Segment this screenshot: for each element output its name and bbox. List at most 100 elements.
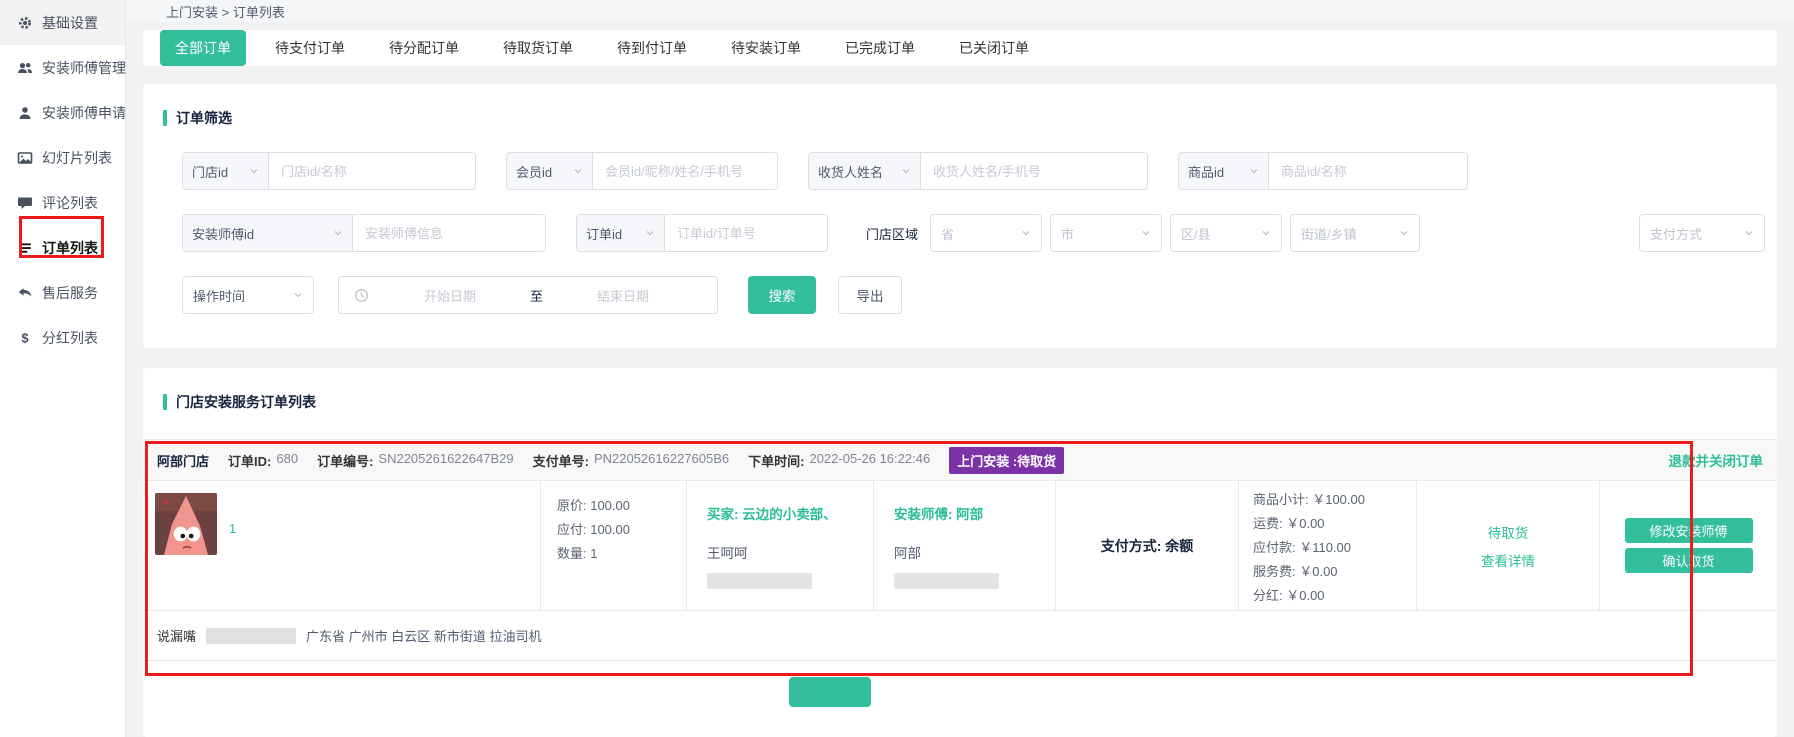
refund-close-order-link[interactable]: 退款并关闭订单 [1669, 450, 1764, 470]
receiver-input[interactable] [921, 153, 1147, 189]
list-icon [16, 239, 33, 256]
order-time-pair: 下单时间: 2022-05-26 16:22:46 [748, 451, 930, 470]
sidebar-item-basic-settings[interactable]: 基础设置 [0, 0, 125, 45]
sidebar-item-label: 售后服务 [42, 283, 98, 303]
image-icon [16, 149, 33, 166]
sidebar-item-label: 评论列表 [42, 193, 98, 213]
end-date-placeholder[interactable]: 结束日期 [543, 286, 703, 305]
payment-number-pair: 支付单号: PN22052616227605B6 [533, 451, 730, 470]
chevron-down-icon [573, 166, 583, 176]
buyer-title: 买家: 云边的小卖部、 [707, 503, 873, 523]
order-row: 1 原价: 100.00 应付: 100.00 数量: 1 买家: 云边的小卖部… [143, 481, 1777, 611]
order-list-section-title: 门店安装服务订单列表 [143, 368, 1777, 412]
date-separator: 至 [530, 286, 543, 305]
tab-completed[interactable]: 已完成订单 [830, 30, 930, 66]
member-filter: 会员id [506, 152, 778, 190]
dividend: 分红: ￥0.00 [1253, 584, 1416, 608]
product-input[interactable] [1269, 153, 1467, 189]
order-number-pair: 订单编号: SN2205261622647B29 [317, 451, 514, 470]
amount-payable: 应付款: ￥110.00 [1253, 536, 1416, 560]
breadcrumb: 上门安装 > 订单列表 [126, 0, 1794, 22]
partial-bottom-button[interactable] [789, 677, 871, 707]
sidebar-item-label: 安装师傅管理 [42, 58, 126, 78]
payment-method-select[interactable]: 支付方式 [1639, 214, 1765, 252]
store-id-select[interactable]: 门店id [183, 153, 269, 189]
view-details-link[interactable]: 查看详情 [1481, 550, 1535, 570]
address-phone-redacted [206, 628, 296, 644]
change-installer-button[interactable]: 修改安装师傅 [1625, 518, 1753, 543]
sidebar-item-slideshow-list[interactable]: 幻灯片列表 [0, 135, 125, 180]
order-id-pair: 订单ID: 680 [228, 451, 298, 470]
product-cell: 1 [143, 481, 540, 610]
gear-icon [16, 14, 33, 31]
buyer-name: 王呵呵 [707, 542, 873, 562]
tab-pending-payment[interactable]: 待支付订单 [260, 30, 360, 66]
product-quantity-badge: 1 [229, 521, 236, 536]
order-address-row: 说漏嘴 广东省 广州市 白云区 新市街道 拉油司机 [143, 611, 1777, 661]
product-image[interactable] [155, 493, 217, 555]
member-input[interactable] [593, 153, 777, 189]
operation-time-select[interactable]: 操作时间 [182, 276, 314, 314]
chevron-down-icon [1399, 228, 1409, 238]
tab-pending-installation[interactable]: 待安装订单 [716, 30, 816, 66]
status-badge: 上门安装 :待取货 [949, 447, 1064, 474]
store-region-label: 门店区域 [866, 224, 918, 243]
tab-closed[interactable]: 已关闭订单 [944, 30, 1044, 66]
sidebar-item-label: 安装师傅申请 [42, 103, 126, 123]
users-icon [16, 59, 33, 76]
sidebar-item-order-list[interactable]: 订单列表 [0, 225, 125, 270]
payment-method-cell: 支付方式: 余额 [1055, 481, 1238, 610]
buyer-cell: 买家: 云边的小卖部、 王呵呵 [686, 481, 873, 610]
receiver-filter: 收货人姓名 [808, 152, 1148, 190]
installer-id-select[interactable]: 安装师傅id [183, 215, 353, 251]
original-price: 原价: 100.00 [557, 494, 686, 518]
sidebar-item-dividend-list[interactable]: $ 分红列表 [0, 315, 125, 360]
installer-filter: 安装师傅id [182, 214, 546, 252]
installer-input[interactable] [353, 215, 545, 251]
sidebar-item-installer-management[interactable]: 安装师傅管理 [0, 45, 125, 90]
sidebar-item-after-sales[interactable]: 售后服务 [0, 270, 125, 315]
tab-all-orders[interactable]: 全部订单 [160, 30, 246, 66]
installer-cell: 安装师傅: 阿部 阿部 [873, 481, 1055, 610]
tab-pending-cod[interactable]: 待到付订单 [602, 30, 702, 66]
store-input[interactable] [269, 153, 475, 189]
tab-pending-assignment[interactable]: 待分配订单 [374, 30, 474, 66]
address-contact-name: 说漏嘴 [157, 626, 196, 645]
sidebar-item-label: 基础设置 [42, 13, 98, 33]
sidebar-item-comment-list[interactable]: 评论列表 [0, 180, 125, 225]
filter-row-2: 安装师傅id 订单id 门店区域 省 [182, 214, 1777, 252]
member-id-select[interactable]: 会员id [507, 153, 593, 189]
store-filter: 门店id [182, 152, 476, 190]
city-select[interactable]: 市 [1050, 214, 1162, 252]
dollar-icon: $ [16, 329, 33, 346]
payable-price: 应付: 100.00 [557, 518, 686, 542]
date-range-picker[interactable]: 开始日期 至 结束日期 [338, 276, 718, 314]
product-id-select[interactable]: 商品id [1179, 153, 1269, 189]
district-select[interactable]: 区/县 [1170, 214, 1282, 252]
order-id-input[interactable] [665, 215, 827, 251]
actions-cell: 修改安装师傅 确认取货 [1599, 481, 1777, 610]
quantity: 数量: 1 [557, 542, 686, 566]
sidebar-item-label: 订单列表 [42, 238, 98, 258]
street-select[interactable]: 街道/乡镇 [1290, 214, 1420, 252]
chevron-down-icon [901, 166, 911, 176]
chevron-down-icon [1141, 228, 1151, 238]
order-status-tabs: 全部订单 待支付订单 待分配订单 待取货订单 待到付订单 待安装订单 已完成订单… [143, 30, 1777, 66]
order-id-filter: 订单id [576, 214, 828, 252]
confirm-pickup-button[interactable]: 确认取货 [1625, 548, 1753, 573]
address-text: 广东省 广州市 白云区 新市街道 拉油司机 [306, 626, 541, 645]
chevron-down-icon [1249, 166, 1259, 176]
search-button[interactable]: 搜索 [748, 276, 816, 314]
province-select[interactable]: 省 [930, 214, 1042, 252]
chevron-down-icon [333, 228, 343, 238]
amounts-cell: 商品小计: ￥100.00 运费: ￥0.00 应付款: ￥110.00 服务费… [1238, 481, 1416, 610]
export-button[interactable]: 导出 [838, 276, 902, 314]
order-id-select[interactable]: 订单id [577, 215, 665, 251]
main-content: 上门安装 > 订单列表 全部订单 待支付订单 待分配订单 待取货订单 待到付订单… [126, 0, 1794, 737]
sidebar-item-installer-application[interactable]: 安装师傅申请 [0, 90, 125, 135]
filter-row-3: 操作时间 开始日期 至 结束日期 搜索 导出 [182, 276, 1777, 314]
installer-title: 安装师傅: 阿部 [894, 503, 1055, 523]
start-date-placeholder[interactable]: 开始日期 [370, 286, 530, 305]
receiver-name-select[interactable]: 收货人姓名 [809, 153, 921, 189]
tab-pending-pickup[interactable]: 待取货订单 [488, 30, 588, 66]
